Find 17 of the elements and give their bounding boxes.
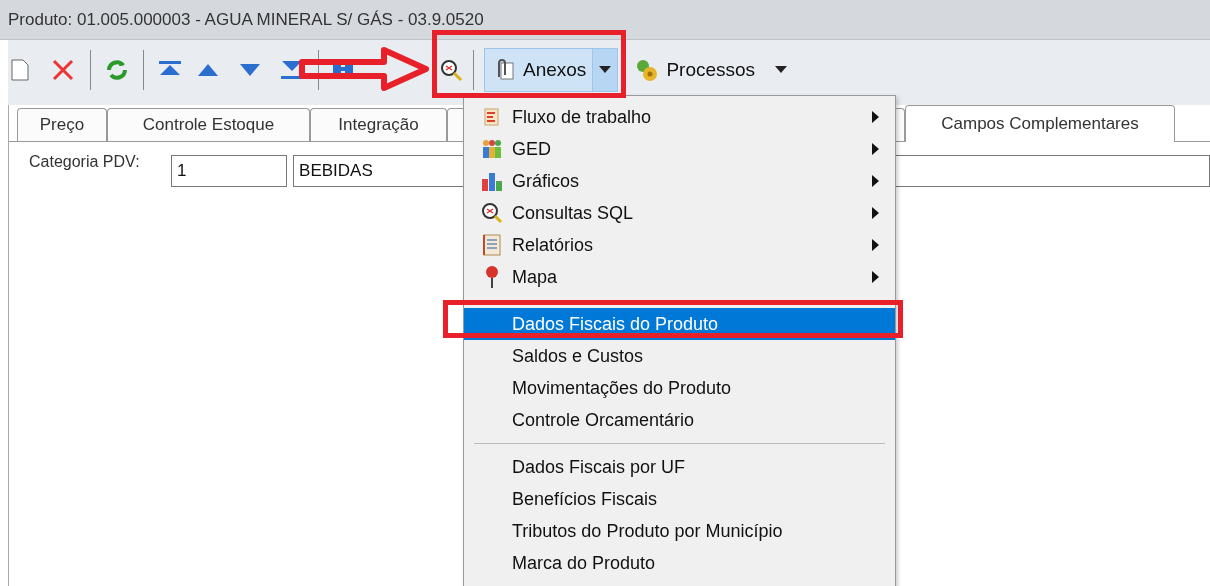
menu-item-label: Marca do Produto	[512, 551, 656, 575]
menu-item-label: Saldos e Custos	[512, 344, 644, 368]
menu-item-label: Fluxo de trabalho	[512, 105, 652, 129]
menu-item-label: Benefícios Fiscais	[512, 487, 658, 511]
menu-item-label: Dados Fiscais por UF	[512, 455, 686, 479]
menu-item-label: Dados Fiscais do Produto	[512, 312, 719, 336]
menu-item-label: Movimentações do Produto	[512, 376, 732, 400]
menu-item-label: Controle Orcamentário	[512, 408, 695, 432]
anexos-label: Anexos	[523, 57, 587, 82]
menu-item-label: Consultas SQL	[512, 201, 634, 225]
menu-item-label: Mapa	[512, 265, 558, 289]
menu-item-label: Gráficos	[512, 169, 580, 193]
field-label: Categoria PDV:	[29, 152, 141, 172]
menu-item-label: Tributos do Produto por Município	[512, 519, 783, 543]
window-title: Produto: 01.005.000003 - AGUA MINERAL S/ GÁS - 03.9.0520	[8, 8, 484, 31]
menu-item-label: GED	[512, 137, 551, 161]
menu-item-label: Relatórios	[512, 233, 594, 257]
